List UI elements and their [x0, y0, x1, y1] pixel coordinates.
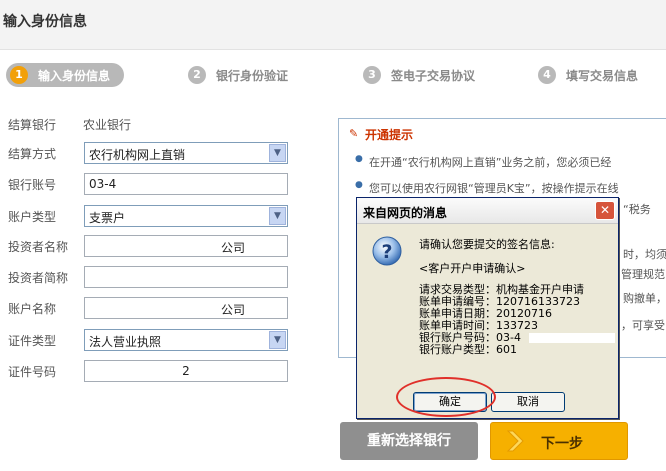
step-3: 3 签电子交易协议	[363, 63, 475, 87]
tip-line-1: ● 在开通“农行机构网上直销”业务之前，您必须已经	[355, 154, 612, 170]
redaction-mask	[529, 333, 615, 343]
id-number-input[interactable]: 2	[84, 360, 288, 382]
next-step-button[interactable]: 下一步	[490, 422, 628, 460]
step-label: 银行身份验证	[216, 68, 289, 83]
id-type-select[interactable]: 法人营业执照 ▼	[84, 329, 288, 351]
investor-short-label: 投资者简称	[8, 271, 69, 285]
confirm-subtitle: <客户开户申请确认>	[419, 262, 526, 275]
investor-name-input[interactable]: 公司	[84, 235, 288, 257]
row-account-type: 账户类型 支票户 ▼	[0, 204, 330, 228]
reselect-bank-button[interactable]: 重新选择银行	[340, 422, 478, 460]
tip-line-1-text: 在开通“农行机构网上直销”业务之前，您必须已经	[369, 156, 612, 169]
highlight-ring	[396, 377, 496, 417]
account-type-value: 支票户	[89, 211, 126, 225]
step-2: 2 银行身份验证	[188, 63, 288, 87]
investor-name-label: 投资者名称	[8, 240, 69, 254]
page-header: 输入身份信息	[0, 0, 666, 50]
settle-method-value: 农行机构网上直销	[89, 148, 186, 162]
bullet-icon: ●	[355, 154, 363, 164]
cancel-button[interactable]: 取消	[491, 392, 565, 412]
account-type-label: 账户类型	[8, 210, 57, 224]
step-4: 4 填写交易信息	[538, 63, 638, 87]
step-number: 4	[538, 66, 556, 84]
settle-method-select[interactable]: 农行机构网上直销 ▼	[84, 142, 288, 164]
settle-bank-value: 农业银行	[83, 118, 132, 132]
bank-account-label: 银行账号	[8, 178, 57, 192]
arrow-right-icon	[506, 430, 524, 452]
row-settle-bank: 结算银行 农业银行	[0, 112, 330, 136]
dialog-title: 来自网页的消息	[363, 206, 448, 220]
row-settle-method: 结算方式 农行机构网上直销 ▼	[0, 141, 330, 165]
id-type-value: 法人营业执照	[89, 335, 162, 349]
svg-text:?: ?	[381, 241, 392, 263]
bullet-icon: ●	[355, 180, 363, 190]
account-type-select[interactable]: 支票户 ▼	[84, 205, 288, 227]
step-label: 输入身份信息	[38, 68, 111, 83]
id-type-label: 证件类型	[8, 334, 57, 348]
tip-fragment: 购撤单，	[623, 292, 666, 305]
bank-account-input[interactable]: 03-4	[84, 173, 288, 195]
row-bank-account: 银行账号 03-4	[0, 172, 330, 196]
step-label: 填写交易信息	[566, 68, 639, 83]
account-name-label: 账户名称	[8, 302, 57, 316]
settle-bank-label: 结算银行	[8, 118, 57, 132]
tip-fragment: 时，均须	[623, 248, 666, 261]
tip-fragment: 管理规范	[621, 268, 665, 281]
step-label: 签电子交易协议	[391, 68, 476, 83]
row-id-type: 证件类型 法人营业执照 ▼	[0, 328, 330, 352]
step-progress: 1 输入身份信息 2 银行身份验证 3 签电子交易协议 4 填写交易信息	[0, 51, 666, 97]
account-name-input[interactable]: 公司	[84, 297, 288, 319]
question-icon: ?	[372, 236, 402, 266]
step-number: 2	[188, 66, 206, 84]
row-account-name: 账户名称 公司	[0, 296, 330, 320]
tip-fragment: “税务	[623, 203, 651, 216]
id-number-label: 证件号码	[8, 365, 57, 379]
row-investor-name: 投资者名称 公司	[0, 234, 330, 258]
page-title: 输入身份信息	[3, 14, 87, 30]
detail-line: 银行账户类型：601	[419, 343, 517, 356]
investor-short-input[interactable]	[84, 266, 288, 288]
step-1: 1 输入身份信息	[6, 63, 125, 87]
step-number: 3	[363, 66, 381, 84]
tip-line-2-text: 您可以使用农行网银“管理员K宝”，按操作提示在线	[369, 182, 619, 195]
chevron-down-icon[interactable]: ▼	[269, 207, 286, 225]
next-step-label: 下一步	[541, 436, 583, 452]
close-icon[interactable]: ✕	[595, 201, 615, 220]
row-investor-short: 投资者简称	[0, 265, 330, 289]
tips-title: 开通提示	[365, 128, 414, 142]
step-number: 1	[10, 66, 28, 84]
tip-line-2: ● 您可以使用农行网银“管理员K宝”，按操作提示在线	[355, 180, 619, 196]
confirm-message: 请确认您要提交的签名信息:	[419, 238, 555, 251]
dialog-titlebar[interactable]: 来自网页的消息 ✕	[357, 198, 618, 224]
chevron-down-icon[interactable]: ▼	[269, 144, 286, 162]
settle-method-label: 结算方式	[8, 147, 57, 161]
pencil-icon: ✎	[349, 127, 359, 140]
chevron-down-icon[interactable]: ▼	[269, 331, 286, 349]
tip-fragment: ，可享受	[621, 319, 665, 332]
row-id-number: 证件号码 2	[0, 359, 330, 383]
